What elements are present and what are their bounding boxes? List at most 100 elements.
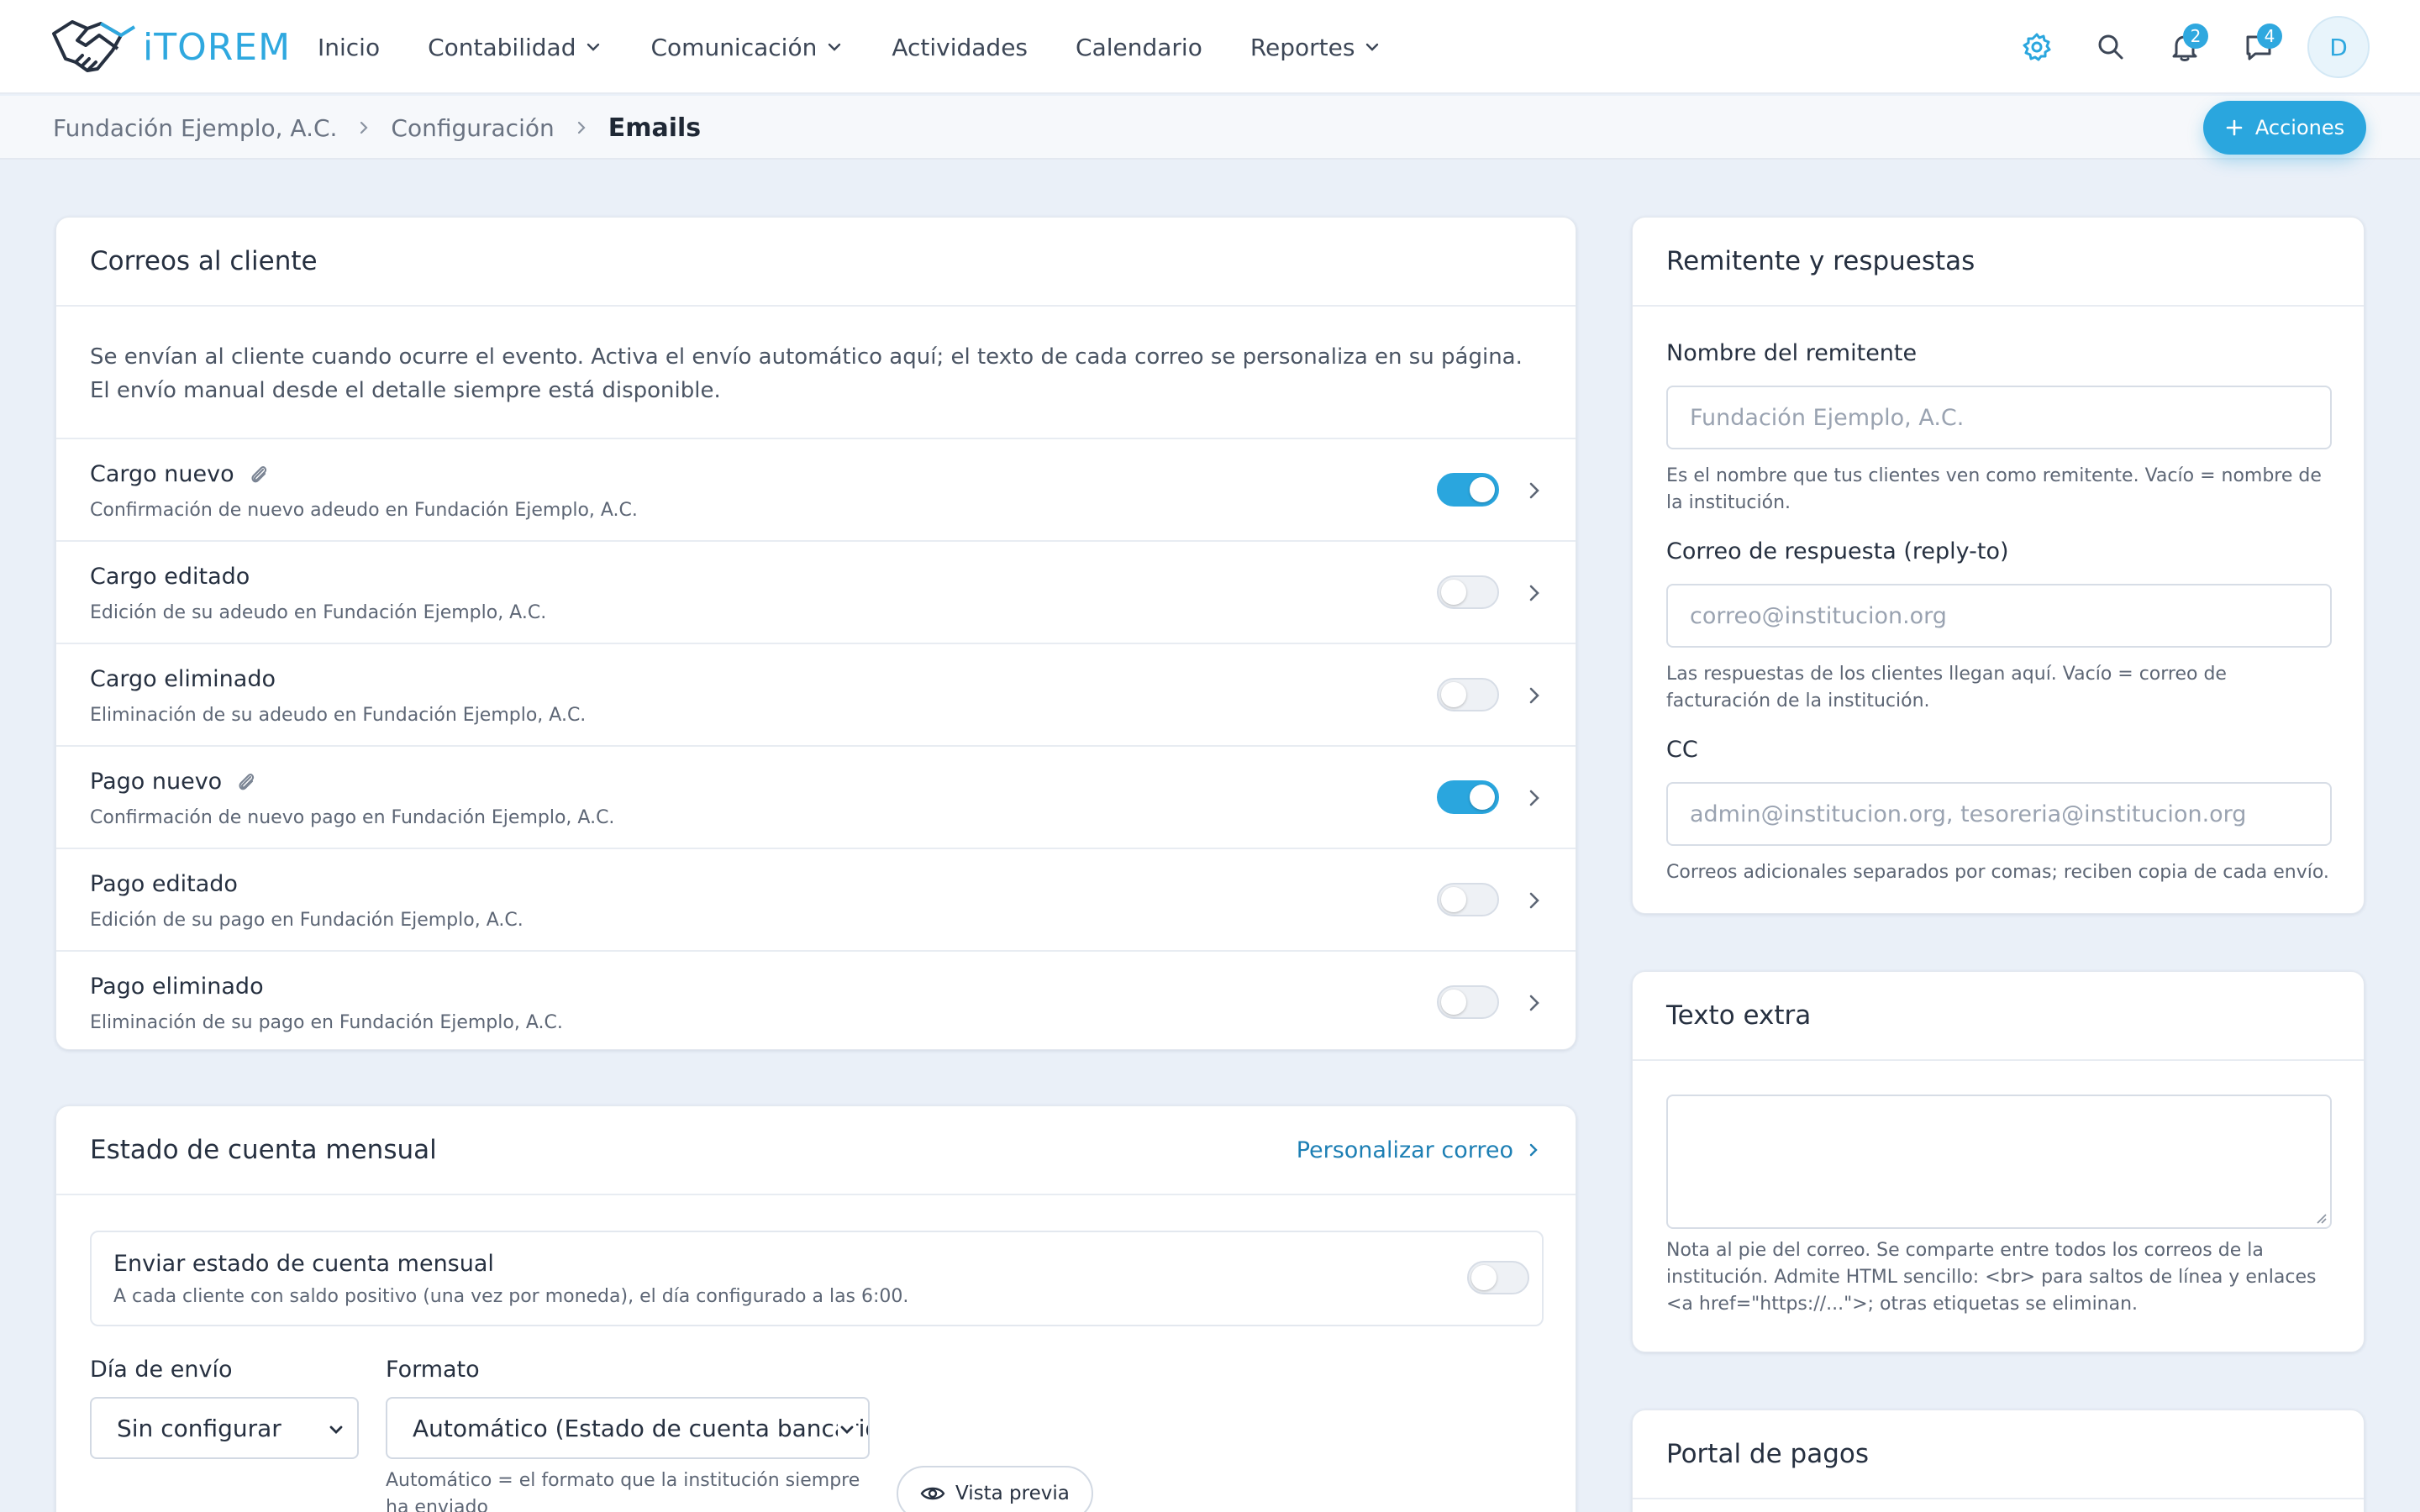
messages-button[interactable]: 4 xyxy=(2233,22,2284,72)
toggle-knob xyxy=(1470,785,1495,810)
actions-button[interactable]: Acciones xyxy=(2203,101,2366,155)
nav-label: Actividades xyxy=(892,33,1028,61)
messages-badge: 4 xyxy=(2257,24,2282,49)
main-nav: Inicio Contabilidad Comunicación Activid… xyxy=(318,0,1429,94)
chevron-down-icon xyxy=(838,1420,856,1439)
email-row[interactable]: Cargo eliminado Eliminación de su adeudo … xyxy=(56,644,1576,747)
email-row-title-wrap: Pago nuevo xyxy=(90,769,257,795)
sender-card: Remitente y respuestas Nombre del remite… xyxy=(1632,217,2365,914)
format-label: Formato xyxy=(386,1357,480,1383)
eye-icon xyxy=(920,1487,945,1500)
client-emails-card: Correos al cliente Se envían al cliente … xyxy=(55,217,1576,1050)
nav-item-calendario[interactable]: Calendario xyxy=(1076,34,1202,61)
email-row[interactable]: Cargo nuevo Confirmación de nuevo adeudo … xyxy=(56,439,1576,542)
extra-text-header: Texto extra xyxy=(1633,972,2364,1061)
chevron-right-icon[interactable] xyxy=(1523,580,1545,606)
chevron-right-icon[interactable] xyxy=(1523,888,1545,913)
nav-item-reportes[interactable]: Reportes xyxy=(1250,34,1382,61)
cc-placeholder: admin@institucion.org, tesoreria@institu… xyxy=(1690,801,2247,827)
chevron-right-icon[interactable] xyxy=(1523,785,1545,811)
breadcrumb-bar: Fundación Ejemplo, A.C. Configuración Em… xyxy=(0,96,2420,160)
nav-label: Inicio xyxy=(318,33,381,61)
chevron-down-icon xyxy=(829,43,841,51)
send-day-value: Sin configurar xyxy=(117,1414,281,1442)
breadcrumb: Fundación Ejemplo, A.C. Configuración Em… xyxy=(53,96,701,160)
sender-name-input[interactable]: Fundación Ejemplo, A.C. xyxy=(1666,386,2332,449)
settings-button[interactable] xyxy=(2012,22,2062,72)
chevron-right-icon xyxy=(1529,1143,1538,1157)
email-row-toggle[interactable] xyxy=(1437,780,1499,814)
send-day-select[interactable]: Sin configurar xyxy=(90,1397,359,1459)
toggle-knob xyxy=(1441,887,1466,912)
email-row-toggle[interactable] xyxy=(1437,678,1499,711)
top-navbar: iTOREM Inicio Contabilidad Comunicación … xyxy=(0,0,2420,94)
send-day-label: Día de envío xyxy=(90,1357,233,1383)
format-value: Automático (Estado de cuenta bancario) xyxy=(413,1414,870,1442)
email-rows: Cargo nuevo Confirmación de nuevo adeudo … xyxy=(56,439,1576,1049)
email-row[interactable]: Cargo editado Edición de su adeudo en Fun… xyxy=(56,542,1576,644)
extra-text-title: Texto extra xyxy=(1666,1000,1812,1031)
email-row-subtitle: Eliminación de su pago en Fundación Ejem… xyxy=(90,1012,563,1033)
notifications-badge: 2 xyxy=(2183,24,2208,49)
client-emails-description: Se envían al cliente cuando ocurre el ev… xyxy=(56,307,1576,439)
toggle-knob xyxy=(1470,477,1495,502)
extra-text-card: Texto extra Nota al pie del correo. Se c… xyxy=(1632,971,2365,1352)
nav-item-comunicacion[interactable]: Comunicación xyxy=(650,34,844,61)
actions-label: Acciones xyxy=(2254,116,2345,139)
monthly-statement-card: Estado de cuenta mensual Personalizar co… xyxy=(55,1105,1576,1512)
nav-item-inicio[interactable]: Inicio xyxy=(318,34,380,61)
toggle-knob xyxy=(1441,682,1466,707)
email-row[interactable]: Pago nuevo Confirmación de nuevo pago en … xyxy=(56,747,1576,849)
toggle-knob xyxy=(1441,990,1466,1015)
payments-portal-title: Portal de pagos xyxy=(1666,1439,1869,1469)
client-emails-title: Correos al cliente xyxy=(90,246,318,276)
sender-header: Remitente y respuestas xyxy=(1633,218,2364,307)
email-row-subtitle: Edición de su pago en Fundación Ejemplo,… xyxy=(90,910,523,931)
email-row-title: Pago eliminado xyxy=(90,974,264,1000)
email-row-title: Pago nuevo xyxy=(90,769,223,795)
resize-handle-icon[interactable] xyxy=(2313,1210,2327,1224)
customize-email-link[interactable]: Personalizar correo xyxy=(1297,1137,1542,1163)
email-row-title-wrap: Cargo nuevo xyxy=(90,461,270,487)
reply-to-label: Correo de respuesta (reply-to) xyxy=(1666,538,2009,564)
send-monthly-box: Enviar estado de cuenta mensual A cada c… xyxy=(90,1231,1544,1326)
email-row-toggle[interactable] xyxy=(1437,473,1499,507)
format-select[interactable]: Automático (Estado de cuenta bancario) xyxy=(386,1397,870,1459)
reply-to-input[interactable]: correo@institucion.org xyxy=(1666,584,2332,648)
handshake-logo-icon xyxy=(52,20,136,72)
nav-item-actividades[interactable]: Actividades xyxy=(892,34,1028,61)
cc-label: CC xyxy=(1666,737,1698,763)
chevron-down-icon xyxy=(327,1420,345,1439)
payments-portal-header: Portal de pagos xyxy=(1633,1410,2364,1499)
chevron-right-icon[interactable] xyxy=(1523,683,1545,708)
email-row-toggle[interactable] xyxy=(1437,985,1499,1019)
email-row[interactable]: Pago editado Edición de su pago en Fundac… xyxy=(56,849,1576,952)
extra-text-textarea[interactable] xyxy=(1666,1095,2332,1229)
email-row-title-wrap: Pago eliminado xyxy=(90,974,264,1000)
gear-icon xyxy=(2023,33,2051,61)
email-row-title: Pago editado xyxy=(90,871,238,897)
reply-to-placeholder: correo@institucion.org xyxy=(1690,602,1947,629)
email-row-title-wrap: Cargo eliminado xyxy=(90,666,276,692)
nav-label: Calendario xyxy=(1076,33,1202,61)
email-row-subtitle: Confirmación de nuevo adeudo en Fundació… xyxy=(90,500,638,521)
email-row-title-wrap: Cargo editado xyxy=(90,564,250,590)
nav-item-contabilidad[interactable]: Contabilidad xyxy=(428,34,602,61)
preview-button[interactable]: Vista previa xyxy=(897,1466,1093,1512)
email-row-toggle[interactable] xyxy=(1437,575,1499,609)
email-row[interactable]: Pago eliminado Eliminación de su pago en … xyxy=(56,952,1576,1049)
search-button[interactable] xyxy=(2086,22,2136,72)
app-logo[interactable]: iTOREM xyxy=(50,17,291,77)
toggle-knob xyxy=(1441,580,1466,605)
notifications-button[interactable]: 2 xyxy=(2160,22,2210,72)
email-row-toggle[interactable] xyxy=(1437,883,1499,916)
user-avatar[interactable]: D xyxy=(2307,16,2370,78)
chevron-right-icon[interactable] xyxy=(1523,478,1545,503)
send-monthly-subtitle: A cada cliente con saldo positivo (una v… xyxy=(113,1286,909,1307)
breadcrumb-section[interactable]: Configuración xyxy=(391,114,554,142)
cc-input[interactable]: admin@institucion.org, tesoreria@institu… xyxy=(1666,782,2332,846)
breadcrumb-org[interactable]: Fundación Ejemplo, A.C. xyxy=(53,114,337,142)
nav-label: Reportes xyxy=(1249,33,1355,61)
chevron-right-icon[interactable] xyxy=(1523,990,1545,1016)
send-monthly-toggle[interactable] xyxy=(1467,1261,1529,1294)
